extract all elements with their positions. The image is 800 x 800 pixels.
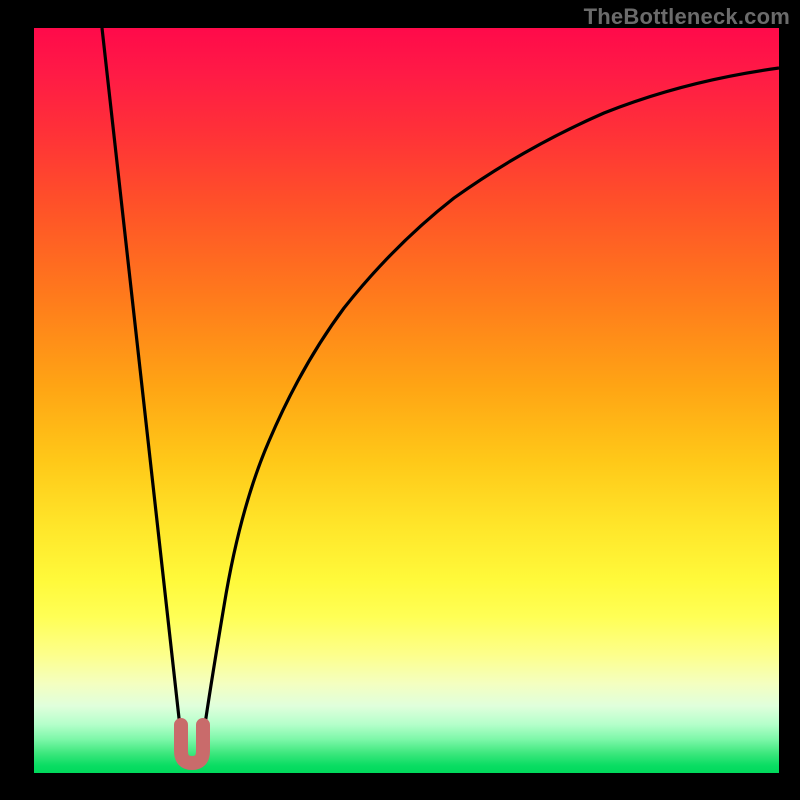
watermark-text: TheBottleneck.com	[584, 4, 790, 30]
chart-plot-area	[34, 28, 779, 773]
trough-marker-icon	[181, 725, 203, 763]
curve-right-branch	[202, 68, 779, 745]
bottleneck-curve	[34, 28, 779, 773]
curve-left-branch	[102, 28, 182, 745]
